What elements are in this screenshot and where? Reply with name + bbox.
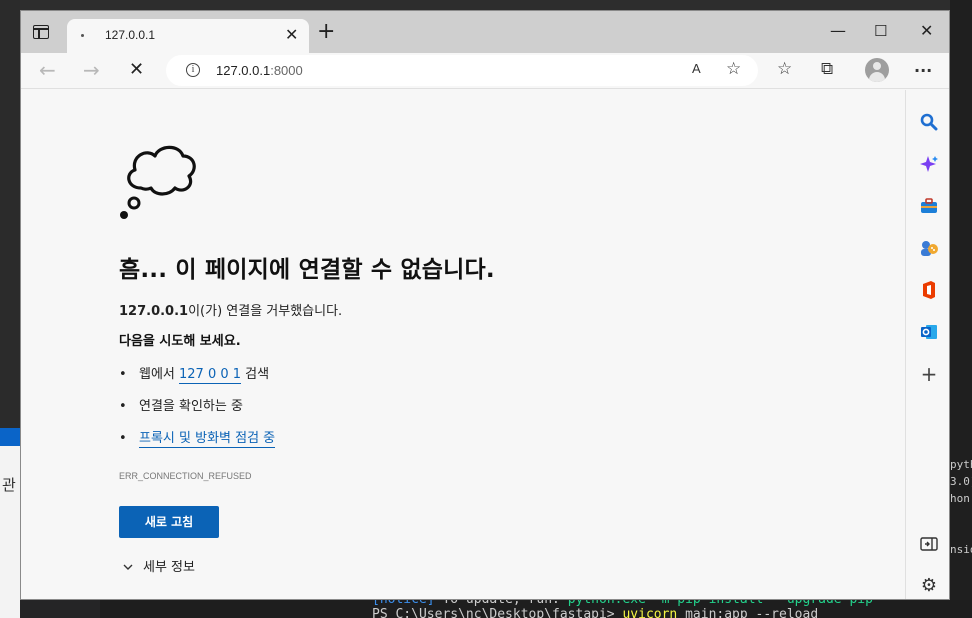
details-label: 세부 정보 [143,560,195,575]
settings-icon[interactable]: ⚙ [919,576,939,596]
suggestion-text: 웹에서 [139,367,180,382]
background-side-window [0,428,22,618]
thought-cloud-icon [120,145,196,219]
terminal-prompt: PS C:\Users\nc\Desktop\fastapi> [372,607,615,618]
background-blue-bar [0,428,22,446]
terminal-snippet: hon' [950,492,972,505]
terminal-snippet: pyth [950,458,972,471]
profile-avatar[interactable] [865,58,889,82]
suggestion-text: 연결을 확인하는 중 [139,399,243,414]
office-icon[interactable] [919,280,939,300]
error-code: ERR_CONNECTION_REFUSED [119,471,252,481]
forward-button[interactable]: → [83,57,100,83]
bullet: • [119,431,127,446]
suggestion-item: • 프록시 및 방화벽 점검 중 [119,427,276,448]
tab-active[interactable]: 127.0.0.1 ✕ [67,19,309,53]
copilot-icon[interactable] [919,154,939,174]
error-host: 127.0.0.1 [119,304,189,319]
terminal-snippet: 3.0) [950,475,972,488]
add-favorite-icon[interactable]: ☆ [726,59,741,79]
terminal-command: uvicorn [622,607,678,618]
proxy-firewall-link[interactable]: 프록시 및 방화벽 점검 중 [139,431,276,448]
terminal-snippet: nsio [950,543,972,556]
split-screen-icon[interactable] [919,534,939,554]
error-page: 흠... 이 페이지에 연결할 수 없습니다. 127.0.0.1이(가) 연결… [21,90,905,599]
address-text[interactable]: 127.0.0.1:8000 [216,63,303,78]
background-top-strip [20,0,972,10]
bullet: • [119,399,127,414]
toolbar: ← → ✕ i 127.0.0.1:8000 A ☆ ☆ ⧉ ··· [21,53,949,89]
stop-button[interactable]: ✕ [129,57,144,83]
address-port: :8000 [270,63,303,78]
outlook-icon[interactable] [919,322,939,342]
games-icon[interactable] [919,238,939,258]
address-bar[interactable]: i 127.0.0.1:8000 A ☆ [166,55,758,86]
error-description-text: 이(가) 연결을 거부했습니다. [188,304,343,319]
title-bar: 127.0.0.1 ✕ + — ☐ ✕ [21,11,949,53]
collections-icon[interactable]: ⧉ [821,60,833,78]
tab-close-icon[interactable]: ✕ [285,26,298,44]
reload-button[interactable]: 새로 고침 [119,506,219,538]
address-host: 127.0.0.1 [216,63,271,78]
loading-dot-icon [81,34,84,37]
edge-sidebar: + ⚙ [905,90,949,599]
tab-actions-icon[interactable] [33,25,49,39]
suggestion-item: • 웹에서 127 0 0 1 검색 [119,363,270,384]
error-description: 127.0.0.1이(가) 연결을 거부했습니다. [119,300,342,319]
back-button[interactable]: ← [39,57,56,83]
tools-icon[interactable] [919,196,939,216]
read-aloud-icon[interactable]: A [692,61,701,76]
suggestion-item: • 연결을 확인하는 중 [119,395,243,414]
search-icon[interactable] [919,112,939,132]
background-right-panel [950,0,972,618]
maximize-button[interactable]: ☐ [874,22,887,40]
background-bottom-dark [20,600,100,618]
favorites-icon[interactable]: ☆ [777,60,792,78]
tab-title: 127.0.0.1 [105,28,156,42]
terminal-args: main:app --reload [685,607,819,618]
new-tab-button[interactable]: + [317,21,335,43]
chevron-down-icon [123,564,133,570]
bullet: • [119,367,127,382]
more-menu-icon[interactable]: ··· [914,62,932,80]
close-button[interactable]: ✕ [920,22,933,40]
search-web-link[interactable]: 127 0 0 1 [179,367,242,384]
browser-window: 127.0.0.1 ✕ + — ☐ ✕ ← → ✕ i 127.0.0.1:80… [20,10,950,600]
add-icon[interactable]: + [919,364,939,384]
background-left-text: 관 [2,476,16,494]
site-info-icon[interactable]: i [186,63,200,77]
suggestion-suffix: 검색 [241,367,270,382]
try-heading: 다음을 시도해 보세요. [119,334,241,349]
details-toggle[interactable]: 세부 정보 [123,556,195,575]
error-heading: 흠... 이 페이지에 연결할 수 없습니다. [119,257,495,283]
minimize-button[interactable]: — [830,22,846,40]
